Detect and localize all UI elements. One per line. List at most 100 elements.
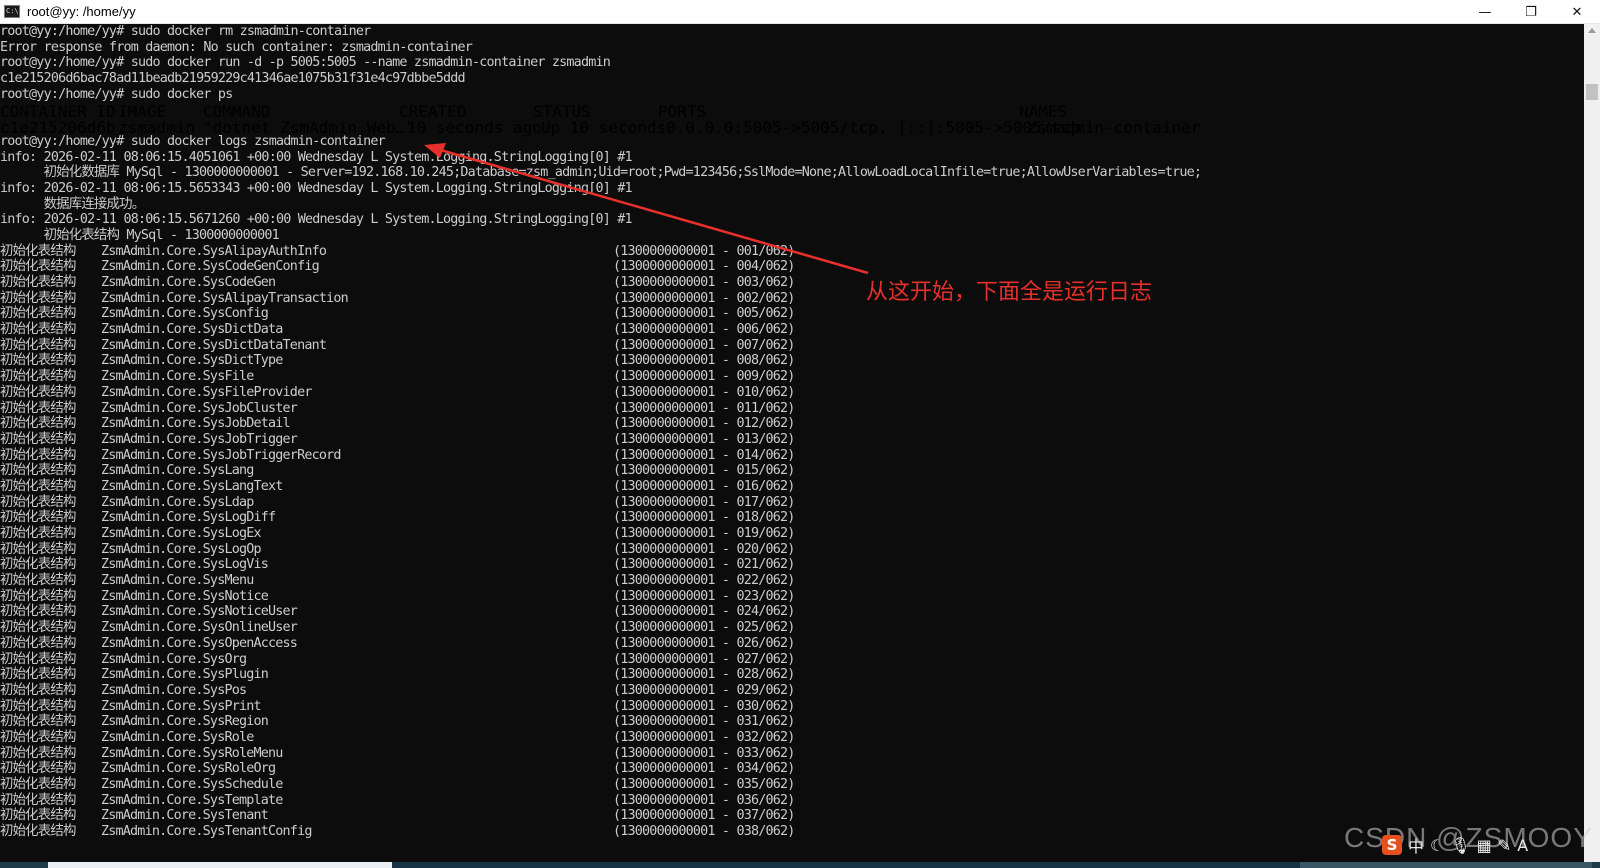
init-row-entity: ZsmAdmin.Core.SysJobTriggerRecord	[101, 447, 341, 463]
annotation-label: 从这开始，下面全是运行日志	[866, 280, 1153, 305]
init-row-prefix: 初始化表结构	[0, 745, 76, 761]
init-table-row: 初始化表结构 ZsmAdmin.Core.SysOnlineUser (130000…	[0, 620, 1584, 636]
init-row-progress: (1300000000001 - 020/062)	[613, 541, 795, 557]
init-row-progress: (1300000000001 - 027/062)	[613, 651, 795, 667]
init-row-prefix: 初始化表结构	[0, 651, 76, 667]
init-row-prefix: 初始化表结构	[0, 824, 76, 840]
taskbar-segment	[392, 862, 1300, 868]
init-table-row: 初始化表结构 ZsmAdmin.Core.SysFileProvider (1300…	[0, 385, 1584, 401]
init-row-progress: (1300000000001 - 006/062)	[613, 322, 795, 338]
taskbar-edge	[0, 862, 1600, 868]
ime-language-label[interactable]: 中	[1408, 833, 1424, 857]
init-row-prefix: 初始化表结构	[0, 792, 76, 808]
init-row-progress: (1300000000001 - 031/062)	[613, 714, 795, 730]
pen-icon[interactable]: ✎	[1498, 836, 1511, 855]
init-row-entity: ZsmAdmin.Core.SysPos	[101, 682, 247, 698]
log-line: info: 2026-02-11 08:06:15.5653343 +00:00…	[0, 180, 633, 196]
init-row-entity: ZsmAdmin.Core.SysPlugin	[101, 667, 269, 683]
taskbar-active-segment	[48, 862, 392, 868]
init-table-row: 初始化表结构 ZsmAdmin.Core.SysRoleOrg (130000000…	[0, 761, 1584, 777]
init-row-prefix: 初始化表结构	[0, 682, 76, 698]
keyboard-icon[interactable]: ▦	[1477, 836, 1492, 855]
init-table-row: 初始化表结构 ZsmAdmin.Core.SysRegion (1300000000…	[0, 714, 1584, 730]
init-table-row: 初始化表结构 ZsmAdmin.Core.SysCodeGen (130000000…	[0, 275, 1584, 291]
init-table-row: 初始化表结构 ZsmAdmin.Core.SysLang (130000000000…	[0, 463, 1584, 479]
init-table-row: 初始化表结构 ZsmAdmin.Core.SysJobDetail (1300000…	[0, 416, 1584, 432]
init-row-entity: ZsmAdmin.Core.SysCodeGen	[101, 275, 276, 290]
init-row-entity: ZsmAdmin.Core.SysLangText	[101, 478, 283, 494]
init-row-prefix: 初始化表结构	[0, 306, 76, 322]
log-line: 初始化表结构 MySql - 1300000000001	[0, 227, 280, 243]
console-output[interactable]: root@yy:/home/yy# sudo docker rm zsmadmi…	[0, 24, 1584, 862]
init-table-row: 初始化表结构 ZsmAdmin.Core.SysNotice (1300000000…	[0, 589, 1584, 605]
init-row-progress: (1300000000001 - 033/062)	[613, 745, 795, 761]
moon-icon[interactable]: ☾	[1430, 836, 1444, 855]
init-row-progress: (1300000000001 - 023/062)	[613, 588, 795, 604]
init-row-prefix: 初始化表结构	[0, 416, 76, 432]
init-table-row: 初始化表结构 ZsmAdmin.Core.SysFile (130000000000…	[0, 369, 1584, 385]
init-table-row: 初始化表结构 ZsmAdmin.Core.SysSchedule (13000000…	[0, 777, 1584, 793]
init-row-entity: ZsmAdmin.Core.SysCodeGenConfig	[101, 259, 320, 275]
init-row-entity: ZsmAdmin.Core.SysLdap	[101, 494, 254, 510]
init-table-row: 初始化表结构 ZsmAdmin.Core.SysCodeGenConfig (130…	[0, 259, 1584, 275]
font-icon[interactable]: A	[1517, 836, 1528, 855]
init-table-row: 初始化表结构 ZsmAdmin.Core.SysOrg (1300000000001…	[0, 652, 1584, 668]
init-table-row: 初始化表结构 ZsmAdmin.Core.SysLangText (13000000…	[0, 479, 1584, 495]
restore-button[interactable]: ❐	[1508, 0, 1554, 24]
init-table-row: 初始化表结构 ZsmAdmin.Core.SysPrint (13000000000…	[0, 699, 1584, 715]
init-row-progress: (1300000000001 - 036/062)	[613, 792, 795, 808]
init-row-progress: (1300000000001 - 015/062)	[613, 463, 795, 479]
minimize-button[interactable]: —	[1462, 0, 1508, 24]
vertical-scrollbar[interactable]	[1584, 24, 1600, 862]
init-row-prefix: 初始化表结构	[0, 541, 76, 557]
ps-cell-names: zsmadmin-container	[1027, 118, 1201, 138]
init-row-progress: (1300000000001 - 032/062)	[613, 729, 795, 745]
log-line: 初始化数据库 MySql - 1300000000001 - Server=19…	[0, 165, 1202, 181]
init-row-progress: (1300000000001 - 037/062)	[613, 808, 795, 824]
init-row-progress: (1300000000001 - 022/062)	[613, 573, 795, 589]
init-table-row: 初始化表结构 ZsmAdmin.Core.SysJobTrigger (130000…	[0, 432, 1584, 448]
init-row-prefix: 初始化表结构	[0, 384, 76, 400]
init-row-entity: ZsmAdmin.Core.SysAlipayAuthInfo	[101, 243, 327, 259]
init-row-prefix: 初始化表结构	[0, 604, 76, 620]
init-row-progress: (1300000000001 - 024/062)	[613, 604, 795, 620]
init-row-entity: ZsmAdmin.Core.SysPrint	[101, 698, 262, 714]
ps-table-header: CONTAINER ID IMAGE COMMAND CREATED STATU…	[0, 102, 1584, 121]
ps-cell-status: Up 10 seconds	[541, 118, 667, 138]
sogou-input-icon[interactable]: S	[1382, 835, 1402, 855]
init-row-progress: (1300000000001 - 014/062)	[613, 447, 795, 463]
scroll-up-arrow-icon[interactable]	[1588, 28, 1596, 33]
init-row-prefix: 初始化表结构	[0, 463, 76, 479]
init-table-row: 初始化表结构 ZsmAdmin.Core.SysLogVis (1300000000…	[0, 557, 1584, 573]
init-row-entity: ZsmAdmin.Core.SysLang	[101, 463, 254, 479]
console-line: root@yy:/home/yy# sudo docker rm zsmadmi…	[0, 24, 371, 39]
log-line: 数据库连接成功。	[0, 196, 146, 212]
close-icon: ✕	[1571, 4, 1583, 20]
init-row-entity: ZsmAdmin.Core.SysRoleOrg	[101, 761, 276, 777]
scrollbar-thumb[interactable]	[1586, 84, 1598, 100]
window-titlebar[interactable]: C:\ root@yy: /home/yy — ❐ ✕	[0, 0, 1600, 24]
init-row-entity: ZsmAdmin.Core.SysMenu	[101, 573, 254, 589]
init-row-progress: (1300000000001 - 034/062)	[613, 761, 795, 777]
init-row-entity: ZsmAdmin.Core.SysOpenAccess	[101, 635, 298, 651]
init-row-progress: (1300000000001 - 001/062)	[613, 243, 795, 259]
init-row-prefix: 初始化表结构	[0, 808, 76, 824]
init-row-entity: ZsmAdmin.Core.SysAlipayTransaction	[101, 290, 349, 306]
init-table-row: 初始化表结构 ZsmAdmin.Core.SysRoleMenu (13000000…	[0, 746, 1584, 762]
init-row-prefix: 初始化表结构	[0, 447, 76, 463]
init-row-progress: (1300000000001 - 035/062)	[613, 777, 795, 792]
init-row-entity: ZsmAdmin.Core.SysFile	[101, 369, 254, 385]
init-row-prefix: 初始化表结构	[0, 777, 76, 792]
mic-icon[interactable]: 🎙	[1450, 836, 1470, 855]
init-row-progress: (1300000000001 - 009/062)	[613, 369, 795, 385]
restore-icon: ❐	[1525, 4, 1537, 20]
close-button[interactable]: ✕	[1554, 0, 1600, 24]
init-row-progress: (1300000000001 - 038/062)	[613, 824, 795, 840]
init-row-entity: ZsmAdmin.Core.SysDictData	[101, 322, 283, 338]
init-row-entity: ZsmAdmin.Core.SysConfig	[101, 306, 269, 322]
init-table-row: 初始化表结构 ZsmAdmin.Core.SysDictData (13000000…	[0, 322, 1584, 338]
init-row-prefix: 初始化表结构	[0, 729, 76, 745]
taskbar-segment	[1300, 862, 1592, 868]
init-row-progress: (1300000000001 - 016/062)	[613, 478, 795, 494]
init-row-entity: ZsmAdmin.Core.SysLogDiff	[101, 510, 276, 526]
